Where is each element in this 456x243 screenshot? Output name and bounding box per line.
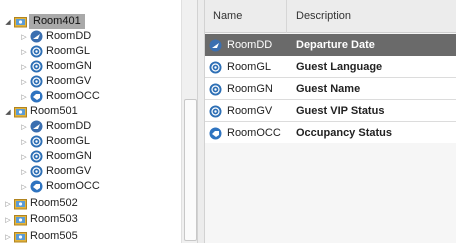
room-folder-icon <box>14 17 27 28</box>
name-cell: RoomGV <box>205 100 287 122</box>
info-icon <box>30 75 43 88</box>
name-cell: RoomOCC <box>205 122 287 144</box>
row-name: RoomOCC <box>227 127 281 139</box>
table-row[interactable]: RoomDD Departure Date <box>205 34 456 56</box>
table-row[interactable]: RoomGL Guest Language <box>205 56 456 78</box>
tree-item-room505[interactable]: ▷ Room505 <box>4 229 79 243</box>
column-header-name[interactable]: Name <box>205 0 287 33</box>
departure-date-icon <box>30 120 43 133</box>
properties-table: Name Description RoomDD Departure Date R… <box>205 0 456 243</box>
tree-item-label: RoomGN <box>46 150 92 162</box>
column-header-description[interactable]: Description <box>287 0 456 33</box>
expand-arrow-icon[interactable]: ▷ <box>20 164 28 179</box>
tree-item-label: RoomGV <box>46 75 92 87</box>
tree-item-roomgl[interactable]: ▷ RoomGL <box>20 134 91 149</box>
tree-item-roomgn[interactable]: ▷ RoomGN <box>20 59 93 74</box>
expand-arrow-icon[interactable]: ▷ <box>4 212 12 227</box>
table-header: Name Description <box>205 0 456 33</box>
collapse-arrow-icon[interactable]: ◢ <box>4 14 12 29</box>
tree-item-room501[interactable]: ◢ Room501 <box>4 104 79 119</box>
tree-item-label: RoomGV <box>46 165 92 177</box>
info-icon <box>30 165 43 178</box>
info-icon <box>209 61 222 73</box>
tree-item-label: RoomOCC <box>46 90 100 102</box>
expand-arrow-icon[interactable]: ▷ <box>4 196 12 211</box>
tree-item-label: RoomGL <box>46 45 91 57</box>
tree-item-roomgn[interactable]: ▷ RoomGN <box>20 149 93 164</box>
tree-item-room503[interactable]: ▷ Room503 <box>4 212 79 227</box>
row-name: RoomGL <box>227 61 272 73</box>
info-icon <box>30 45 43 58</box>
departure-date-icon <box>209 39 222 51</box>
row-description: Departure Date <box>296 39 375 51</box>
name-cell: RoomGN <box>205 78 287 100</box>
tree-scrollbar[interactable] <box>181 0 197 243</box>
room-folder-icon <box>14 199 27 210</box>
tree-item-label: RoomGN <box>46 60 92 72</box>
expand-arrow-icon[interactable]: ▷ <box>20 44 28 59</box>
row-name: RoomGN <box>227 83 273 95</box>
tree-scrollbar-thumb[interactable] <box>184 99 197 241</box>
info-icon <box>209 105 222 117</box>
occupancy-icon <box>30 180 43 193</box>
info-icon <box>30 60 43 73</box>
tree-item-label: RoomDD <box>46 120 92 132</box>
tree-item-roomdd[interactable]: ▷ RoomDD <box>20 29 92 44</box>
row-description: Guest Language <box>296 61 383 73</box>
expand-arrow-icon[interactable]: ▷ <box>20 89 28 104</box>
expand-arrow-icon[interactable]: ▷ <box>20 29 28 44</box>
row-name: RoomDD <box>227 39 273 51</box>
info-icon <box>30 135 43 148</box>
expand-arrow-icon[interactable]: ▷ <box>20 134 28 149</box>
row-description: Guest VIP Status <box>296 105 385 117</box>
room-tree: ◢ Room401 ▷ RoomDD ▷ RoomGL ▷ RoomGN ▷ R… <box>0 0 181 243</box>
tree-item-label: RoomGL <box>46 135 91 147</box>
tree-item-roomgv[interactable]: ▷ RoomGV <box>20 74 92 89</box>
departure-date-icon <box>30 30 43 43</box>
expand-arrow-icon[interactable]: ▷ <box>20 74 28 89</box>
room-folder-icon <box>14 107 27 118</box>
pane-splitter[interactable] <box>197 0 205 243</box>
tree-item-label: RoomOCC <box>46 180 100 192</box>
room-folder-icon <box>14 215 27 226</box>
tree-item-label: Room505 <box>30 230 78 242</box>
name-cell: RoomDD <box>205 34 287 56</box>
tree-item-label: RoomDD <box>46 30 92 42</box>
expand-arrow-icon[interactable]: ▷ <box>20 149 28 164</box>
table-row[interactable]: RoomGN Guest Name <box>205 78 456 100</box>
table-row[interactable]: RoomGV Guest VIP Status <box>205 100 456 122</box>
occupancy-icon <box>30 90 43 103</box>
tree-item-label: Room401 <box>29 14 85 29</box>
expand-arrow-icon[interactable]: ▷ <box>20 119 28 134</box>
collapse-arrow-icon[interactable]: ◢ <box>4 104 12 119</box>
tree-item-roomdd[interactable]: ▷ RoomDD <box>20 119 92 134</box>
tree-item-room401[interactable]: ◢ Room401 <box>4 14 85 29</box>
tree-item-label: Room503 <box>30 213 78 225</box>
info-icon <box>30 150 43 163</box>
expand-arrow-icon[interactable]: ▷ <box>4 229 12 243</box>
room-folder-icon <box>14 232 27 243</box>
info-icon <box>209 83 222 95</box>
row-name: RoomGV <box>227 105 273 117</box>
tree-item-room502[interactable]: ▷ Room502 <box>4 196 79 211</box>
expand-arrow-icon[interactable]: ▷ <box>20 59 28 74</box>
tree-item-roomocc[interactable]: ▷ RoomOCC <box>20 89 101 104</box>
row-description: Occupancy Status <box>296 127 392 139</box>
table-empty-area <box>205 143 456 243</box>
expand-arrow-icon[interactable]: ▷ <box>20 179 28 194</box>
tree-item-label: Room502 <box>30 197 78 209</box>
tree-item-roomgl[interactable]: ▷ RoomGL <box>20 44 91 59</box>
tree-item-roomgv[interactable]: ▷ RoomGV <box>20 164 92 179</box>
table-row[interactable]: RoomOCC Occupancy Status <box>205 122 456 144</box>
tree-item-label: Room501 <box>30 105 78 117</box>
occupancy-icon <box>209 127 222 139</box>
tree-item-roomocc[interactable]: ▷ RoomOCC <box>20 179 101 194</box>
row-description: Guest Name <box>296 83 361 95</box>
name-cell: RoomGL <box>205 56 287 78</box>
